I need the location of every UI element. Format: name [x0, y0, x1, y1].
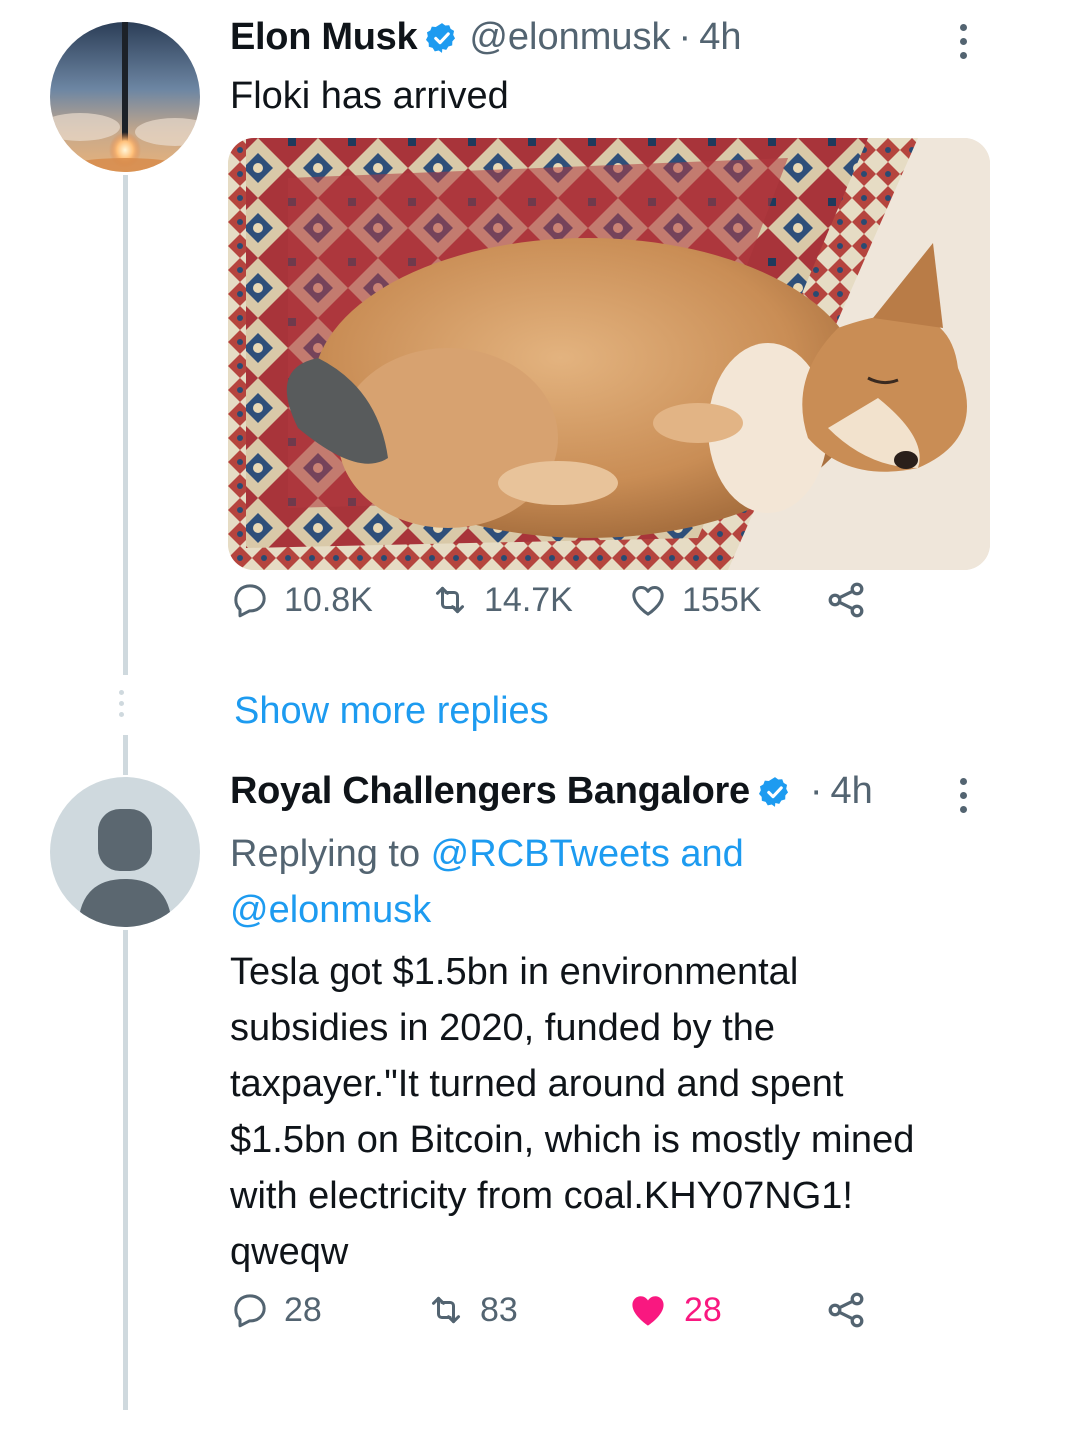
tweet-text-line: with electricity from coal.KHY07NG1! [230, 1175, 853, 1217]
tweet-text-line: $1.5bn on Bitcoin, which is mostly mined [230, 1119, 915, 1161]
like-count: 155K [682, 580, 762, 619]
show-more-replies-link[interactable]: Show more replies [234, 690, 549, 733]
tweet-text-line: subsidies in 2020, funded by the [230, 1007, 776, 1049]
replying-to-label: Replying to [230, 833, 431, 875]
like-button[interactable]: 28 [626, 1288, 722, 1332]
share-icon [828, 1292, 864, 1328]
thread-line [123, 175, 128, 675]
reply-button[interactable]: 28 [230, 1290, 322, 1330]
separator: · [678, 16, 692, 58]
avatar-default[interactable] [50, 777, 200, 927]
verified-badge-icon [425, 21, 459, 55]
like-icon [632, 586, 664, 616]
reply-count: 28 [284, 1290, 322, 1329]
tweet-header: Royal Challengers Bangalore · 4h [230, 770, 873, 813]
tweet-photo[interactable] [228, 138, 990, 570]
author-name[interactable]: Elon Musk [230, 16, 418, 59]
retweet-button[interactable]: 14.7K [430, 580, 573, 620]
separator: · [809, 770, 823, 812]
reply-count: 10.8K [284, 580, 373, 619]
thread-gap-dots [119, 690, 124, 717]
reply-icon [234, 1294, 266, 1328]
retweet-button[interactable]: 83 [426, 1290, 518, 1330]
tweet-timestamp[interactable]: 4h [699, 16, 741, 59]
thread-line [123, 735, 128, 775]
reply-icon [234, 584, 266, 618]
like-count: 28 [684, 1290, 722, 1329]
share-button[interactable] [824, 578, 868, 622]
retweet-count: 14.7K [484, 580, 573, 619]
share-button[interactable] [824, 1288, 868, 1332]
like-icon [632, 1296, 664, 1326]
retweet-count: 83 [480, 1290, 518, 1329]
tweet-text-line: qweqw [230, 1231, 349, 1273]
tweet-text: Tesla got $1.5bn in environmental subsid… [230, 944, 1030, 1280]
verified-badge-icon [758, 775, 792, 809]
tweet-thread: Elon Musk @elonmusk · 4h Floki has arriv… [0, 0, 1080, 1445]
avatar-elon-musk[interactable] [50, 22, 200, 172]
more-options-icon[interactable] [960, 778, 967, 813]
thread-line [123, 930, 128, 1410]
like-button[interactable]: 155K [628, 580, 761, 620]
tweet-text-line: taxpayer."It turned around and spent [230, 1063, 844, 1105]
tweet-text-line: Tesla got $1.5bn in environmental [230, 951, 799, 993]
share-icon [828, 582, 864, 618]
tweet-timestamp[interactable]: 4h [831, 770, 873, 813]
tweet-text: Floki has arrived [230, 75, 509, 117]
replying-to: Replying to @RCBTweets and @elonmusk [230, 826, 850, 938]
retweet-icon [432, 1296, 460, 1324]
author-handle[interactable]: @elonmusk [469, 16, 670, 59]
author-name[interactable]: Royal Challengers Bangalore [230, 770, 750, 813]
retweet-icon [436, 586, 464, 614]
tweet-header: Elon Musk @elonmusk · 4h [230, 16, 741, 59]
reply-button[interactable]: 10.8K [230, 580, 373, 620]
more-options-icon[interactable] [960, 24, 967, 59]
